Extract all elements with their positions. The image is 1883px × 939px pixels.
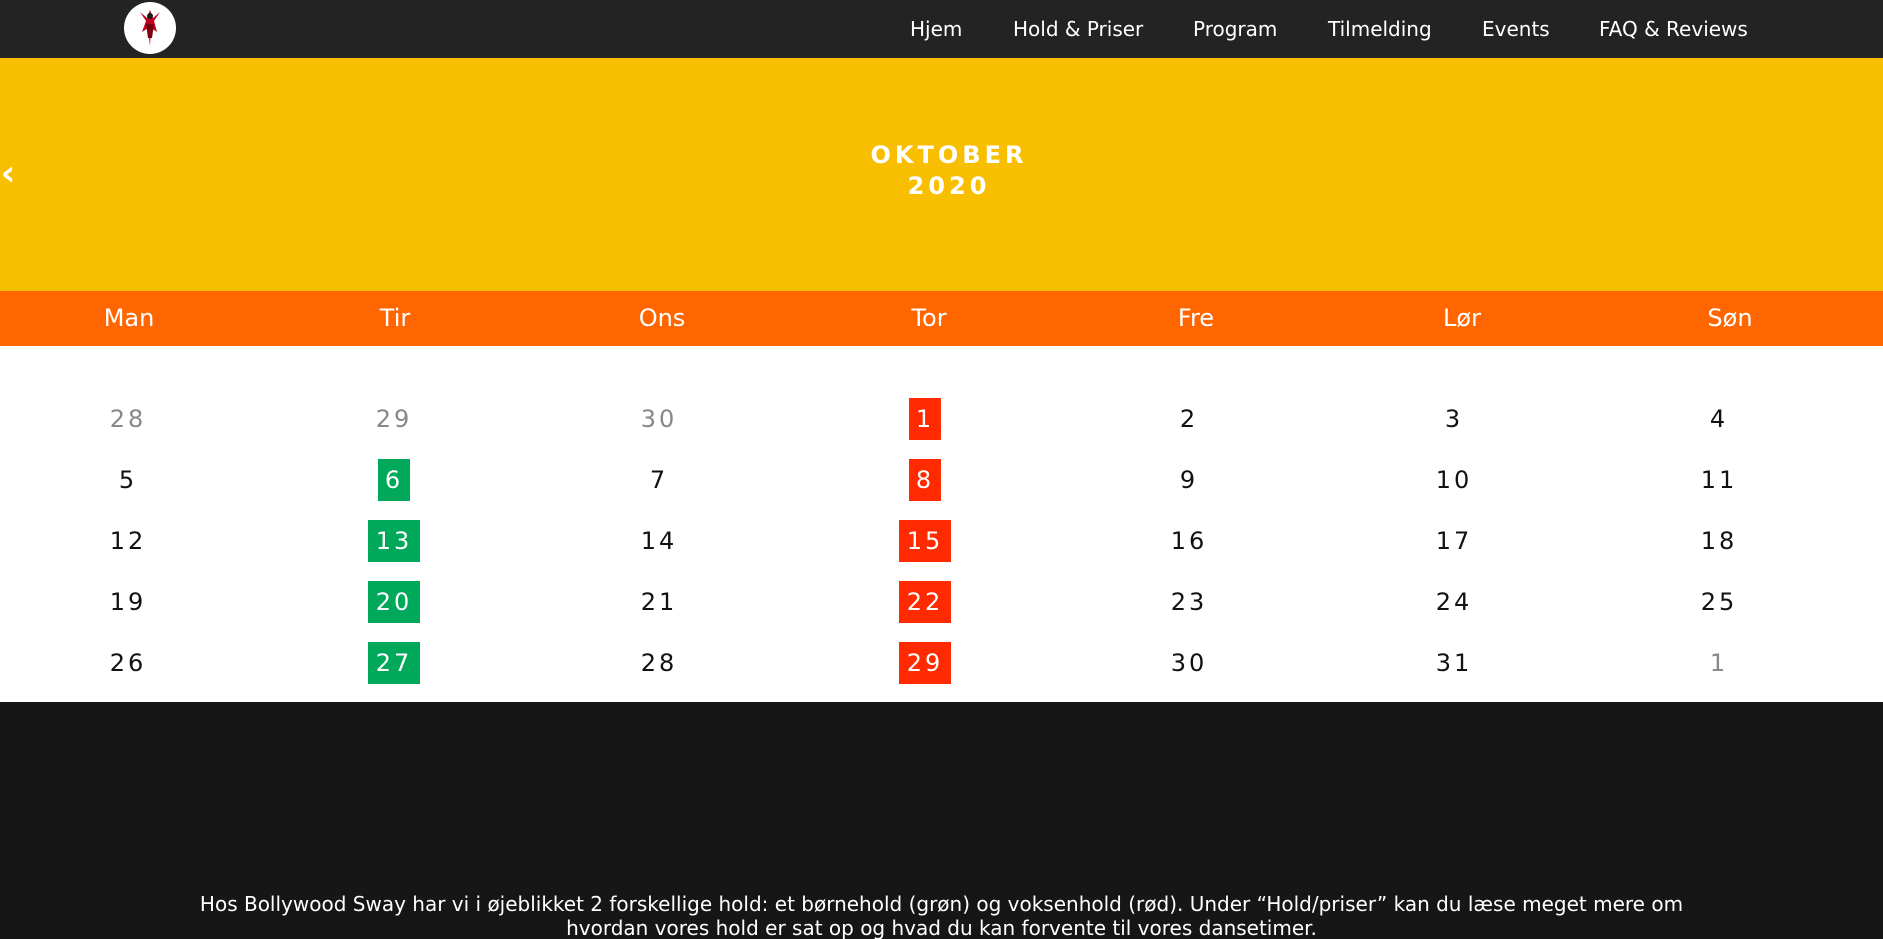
calendar-day[interactable]: 30 xyxy=(1163,642,1215,684)
calendar-day-other-month[interactable]: 1 xyxy=(1703,642,1735,684)
calendar-day-adult-class[interactable]: 22 xyxy=(899,581,951,623)
nav-link-events[interactable]: Events xyxy=(1482,0,1550,58)
weekday-label: Ons xyxy=(638,304,686,332)
calendar-day[interactable]: 19 xyxy=(102,581,154,623)
weekday-label: Lør xyxy=(1443,304,1481,332)
top-navigation-bar: Hjem Hold & Priser Program Tilmelding Ev… xyxy=(0,0,1883,58)
calendar-day[interactable]: 10 xyxy=(1428,459,1480,501)
dancer-logo-icon xyxy=(140,10,160,46)
calendar-day-other-month[interactable]: 30 xyxy=(633,398,685,440)
nav-link-hold-priser[interactable]: Hold & Priser xyxy=(1013,0,1143,58)
nav-link-faq-reviews[interactable]: FAQ & Reviews xyxy=(1599,0,1748,58)
calendar-day[interactable]: 31 xyxy=(1428,642,1480,684)
weekday-label: Fre xyxy=(1177,304,1215,332)
calendar-day[interactable]: 23 xyxy=(1163,581,1215,623)
calendar-day[interactable]: 2 xyxy=(1173,398,1205,440)
calendar-day[interactable]: 17 xyxy=(1428,520,1480,562)
calendar-day[interactable]: 28 xyxy=(633,642,685,684)
calendar-day-children-class[interactable]: 13 xyxy=(368,520,420,562)
calendar-day[interactable]: 12 xyxy=(102,520,154,562)
calendar-day-adult-class[interactable]: 8 xyxy=(909,459,941,501)
calendar-day[interactable]: 25 xyxy=(1693,581,1745,623)
calendar-day[interactable]: 7 xyxy=(643,459,675,501)
calendar-day-adult-class[interactable]: 15 xyxy=(899,520,951,562)
class-info-text: Hos Bollywood Sway har vi i øjeblikket 2… xyxy=(199,892,1684,939)
calendar-day-children-class[interactable]: 27 xyxy=(368,642,420,684)
calendar-day[interactable]: 18 xyxy=(1693,520,1745,562)
calendar-day[interactable]: 5 xyxy=(112,459,144,501)
calendar-day-other-month[interactable]: 28 xyxy=(102,398,154,440)
calendar-day[interactable]: 21 xyxy=(633,581,685,623)
previous-month-arrow-icon[interactable]: ‹ xyxy=(0,142,16,206)
calendar-day[interactable]: 26 xyxy=(102,642,154,684)
calendar-day[interactable]: 16 xyxy=(1163,520,1215,562)
logo[interactable] xyxy=(124,2,176,54)
year: 2020 xyxy=(907,172,991,200)
weekday-label: Tir xyxy=(379,304,411,332)
calendar-day-adult-class[interactable]: 1 xyxy=(909,398,941,440)
calendar-day-children-class[interactable]: 20 xyxy=(368,581,420,623)
calendar-day[interactable]: 14 xyxy=(633,520,685,562)
calendar-day[interactable]: 3 xyxy=(1438,398,1470,440)
month-title: OKTOBER 2020 xyxy=(790,140,1108,202)
month-name: OKTOBER xyxy=(870,141,1028,169)
calendar-grid: 28 29 30 1 2 3 4 5 6 7 8 9 10 11 12 13 14 15 16 17 18 19 20 21 2… xyxy=(0,346,1883,702)
weekday-label: Man xyxy=(103,304,155,332)
nav-link-tilmelding[interactable]: Tilmelding xyxy=(1328,0,1432,58)
nav-link-program[interactable]: Program xyxy=(1193,0,1277,58)
calendar-day-adult-class[interactable]: 29 xyxy=(899,642,951,684)
calendar-day[interactable]: 24 xyxy=(1428,581,1480,623)
calendar-day[interactable]: 9 xyxy=(1173,459,1205,501)
calendar-day[interactable]: 11 xyxy=(1693,459,1745,501)
calendar-day-other-month[interactable]: 29 xyxy=(368,398,420,440)
weekday-label: Søn xyxy=(1707,304,1753,332)
calendar-day[interactable]: 4 xyxy=(1703,398,1735,440)
weekday-label: Tor xyxy=(911,304,947,332)
calendar-day-children-class[interactable]: 6 xyxy=(378,459,410,501)
weekday-header: Man Tir Ons Tor Fre Lør Søn xyxy=(0,291,1883,346)
footer-section: Hos Bollywood Sway har vi i øjeblikket 2… xyxy=(0,702,1883,939)
nav-link-hjem[interactable]: Hjem xyxy=(910,0,962,58)
